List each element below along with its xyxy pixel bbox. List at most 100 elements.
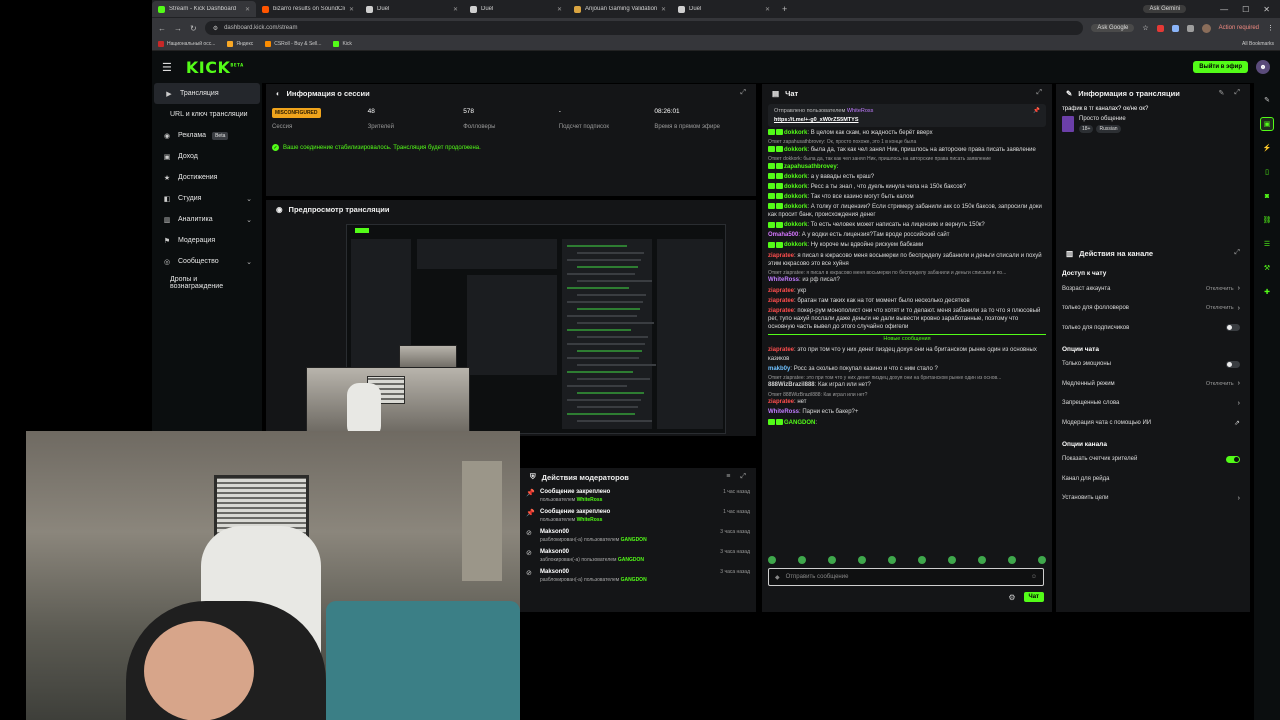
channel-action-row[interactable]: Возраст аккаунта Отключить › — [1056, 279, 1250, 299]
chat-username[interactable]: dokkork — [784, 242, 807, 248]
browser-tab[interactable]: Anjouan Gaming Validation Re... ✕ — [568, 1, 672, 17]
chat-username[interactable]: zapahusathbrovey — [784, 164, 837, 170]
popout-icon[interactable]: ⤢ — [1036, 89, 1042, 97]
pinned-link[interactable]: https://t.me/+-g0_xW0rZS5MTYS — [774, 117, 1040, 123]
ask-google-button[interactable]: Ask Google — [1091, 24, 1135, 32]
sidebar-item[interactable]: Дропы и вознаграждение — [152, 272, 262, 293]
sidebar-item[interactable]: ◉ Реклама Beta — [152, 125, 262, 146]
sidebar-item[interactable]: ◧ Студия ⌄ — [152, 188, 262, 209]
sidebar-item[interactable]: ★ Достижения — [152, 167, 262, 188]
pencil-icon[interactable]: ✎ — [1260, 93, 1274, 107]
go-live-button[interactable]: Выйти в эфир — [1193, 61, 1248, 73]
emote-icon[interactable] — [768, 556, 776, 564]
edit-icon[interactable]: ✎ — [1219, 89, 1225, 97]
chat-message[interactable]: ziapratee: это при том что у них денег п… — [768, 346, 1046, 362]
mod-user-link[interactable]: WhiteRoss — [577, 517, 603, 523]
pinned-message[interactable]: Отправлено пользователем WhiteRoss 📌 htt… — [768, 104, 1046, 127]
emote-icon[interactable] — [1038, 556, 1046, 564]
filter-icon[interactable]: ≡ — [726, 473, 730, 481]
popout-icon[interactable]: ⤢ — [740, 473, 746, 481]
browser-tab[interactable]: Stream - Kick Dashboard ✕ — [152, 1, 256, 17]
channel-action-row[interactable]: Медленный режим Отключить › — [1056, 374, 1250, 394]
emoji-icon[interactable]: ☺ — [1031, 574, 1037, 580]
layout-icon[interactable]: ▣ — [1260, 117, 1274, 131]
pin-icon[interactable]: 📌 — [1033, 108, 1040, 114]
channel-action-row[interactable]: Показать счетчик зрителей — [1056, 450, 1250, 470]
sidebar-item[interactable]: ◎ Сообщество ⌄ — [152, 251, 262, 272]
chat-message[interactable]: Ответ dokkork: была да, так как чел заня… — [768, 156, 1046, 171]
sidebar-item[interactable]: URL и ключ трансляции — [152, 104, 262, 125]
chat-message[interactable]: Ответ 888WizBrazil888: Как играл или нет… — [768, 392, 1046, 407]
chat-message[interactable]: makb0y: Росс за сколько покупал казино и… — [768, 365, 1046, 373]
tab-close-icon[interactable]: ✕ — [661, 6, 666, 13]
chat-message[interactable]: dokkork: А толку от лицензии? Если стрим… — [768, 203, 1046, 219]
browser-tab[interactable]: Duel ✕ — [360, 1, 464, 17]
chat-messages[interactable]: dokkork: В целом как скам, но жадность б… — [762, 129, 1052, 427]
sidebar-item[interactable]: ▣ Доход — [152, 146, 262, 167]
close-window-icon[interactable]: ✕ — [1263, 5, 1270, 14]
chat-username[interactable]: ziapratee — [768, 298, 794, 304]
chat-input[interactable]: ◆ Отправить сообщение ☺ — [768, 568, 1044, 586]
toggle-switch[interactable] — [1226, 360, 1240, 368]
mod-user-link[interactable]: GANGDON — [618, 557, 644, 563]
chevron-right-icon[interactable]: › — [1238, 285, 1240, 292]
emote-icon[interactable] — [918, 556, 926, 564]
site-info-icon[interactable]: ⚙ — [213, 25, 218, 32]
chat-username[interactable]: WhiteRoss — [768, 409, 799, 415]
chevron-right-icon[interactable]: › — [1238, 380, 1240, 387]
chevron-right-icon[interactable]: › — [1238, 495, 1240, 502]
chat-message[interactable]: WhiteRoss: Парни есть бакер?+ — [768, 408, 1046, 416]
tab-close-icon[interactable]: ✕ — [245, 6, 250, 13]
emote-icon[interactable] — [888, 556, 896, 564]
tab-close-icon[interactable]: ✕ — [765, 6, 770, 13]
toggle-switch[interactable] — [1226, 455, 1240, 463]
emote-icon[interactable] — [858, 556, 866, 564]
external-link-icon[interactable]: ⇗ — [1234, 419, 1240, 427]
chat-username[interactable]: ziapratee — [768, 399, 794, 405]
new-tab-icon[interactable]: + — [782, 4, 787, 14]
channel-action-row[interactable]: Запрещенные слова › — [1056, 394, 1250, 414]
phone-icon[interactable]: ▯ — [1260, 165, 1274, 179]
chat-message[interactable]: ziapratee: укр — [768, 287, 1046, 295]
chevron-down-icon[interactable]: ⌄ — [246, 258, 252, 266]
url-field[interactable]: ⚙ dashboard.kick.com/stream — [204, 21, 1084, 35]
chat-message[interactable]: dokkork: То есть человек может написать … — [768, 221, 1046, 229]
channel-action-row[interactable]: Только эмоционы — [1056, 355, 1250, 375]
forward-icon[interactable]: → — [174, 24, 182, 33]
channel-action-row[interactable]: Модерация чата с помощью ИИ ⇗ — [1056, 413, 1250, 433]
maximize-icon[interactable]: ☐ — [1242, 5, 1249, 14]
chat-message[interactable]: ziapratee: я писал в юкрасово меня восьм… — [768, 252, 1046, 268]
chat-username[interactable]: dokkork — [784, 194, 807, 200]
browser-tab[interactable]: Duel ✕ — [672, 1, 776, 17]
chat-username[interactable]: ziapratee — [768, 308, 794, 314]
chat-username[interactable]: ziapratee — [768, 288, 794, 294]
extensions-puzzle-icon[interactable] — [1186, 24, 1194, 32]
menu-hamburger-icon[interactable]: ☰ — [162, 61, 172, 74]
chat-message[interactable]: dokkork: Так что все казино могут быть к… — [768, 193, 1046, 201]
send-chat-button[interactable]: Чат — [1023, 592, 1044, 602]
sidebar-item[interactable]: ⚑ Модерация — [152, 230, 262, 251]
minimize-icon[interactable]: — — [1220, 5, 1228, 14]
emote-icon[interactable] — [978, 556, 986, 564]
channel-action-row[interactable]: Установить цели › — [1056, 489, 1250, 509]
popout-icon[interactable]: ⤢ — [1234, 89, 1240, 97]
chat-username[interactable]: dokkork — [784, 222, 807, 228]
chat-message[interactable]: Ответ ziapratee: я писал в юкрасово меня… — [768, 270, 1046, 285]
chat-username[interactable]: WhiteRoss — [768, 277, 799, 283]
tab-close-icon[interactable]: ✕ — [349, 6, 354, 13]
chat-username[interactable]: ziapratee — [768, 253, 794, 259]
chat-message[interactable]: ziapratee: покер-рум монополист они что … — [768, 307, 1046, 331]
bookmark-item[interactable]: Национальный осс... — [158, 41, 215, 47]
chat-username[interactable]: dokkork — [784, 147, 807, 153]
extension-icon[interactable] — [1171, 24, 1179, 32]
tab-close-icon[interactable]: ✕ — [557, 6, 562, 13]
extension-icon[interactable] — [1156, 24, 1164, 32]
chat-username[interactable]: makb0y — [768, 366, 790, 372]
chevron-right-icon[interactable]: › — [1238, 305, 1240, 312]
chevron-down-icon[interactable]: ⌄ — [246, 195, 252, 203]
channel-action-row[interactable]: Канал для рейда — [1056, 469, 1250, 489]
profile-avatar[interactable] — [1201, 23, 1211, 33]
chat-username[interactable]: GANGDON — [784, 420, 815, 426]
browser-tab[interactable]: bizarro results on SoundCloud ✕ — [256, 1, 360, 17]
chat-message[interactable]: ziapratee: братан там таких как на тот м… — [768, 297, 1046, 305]
